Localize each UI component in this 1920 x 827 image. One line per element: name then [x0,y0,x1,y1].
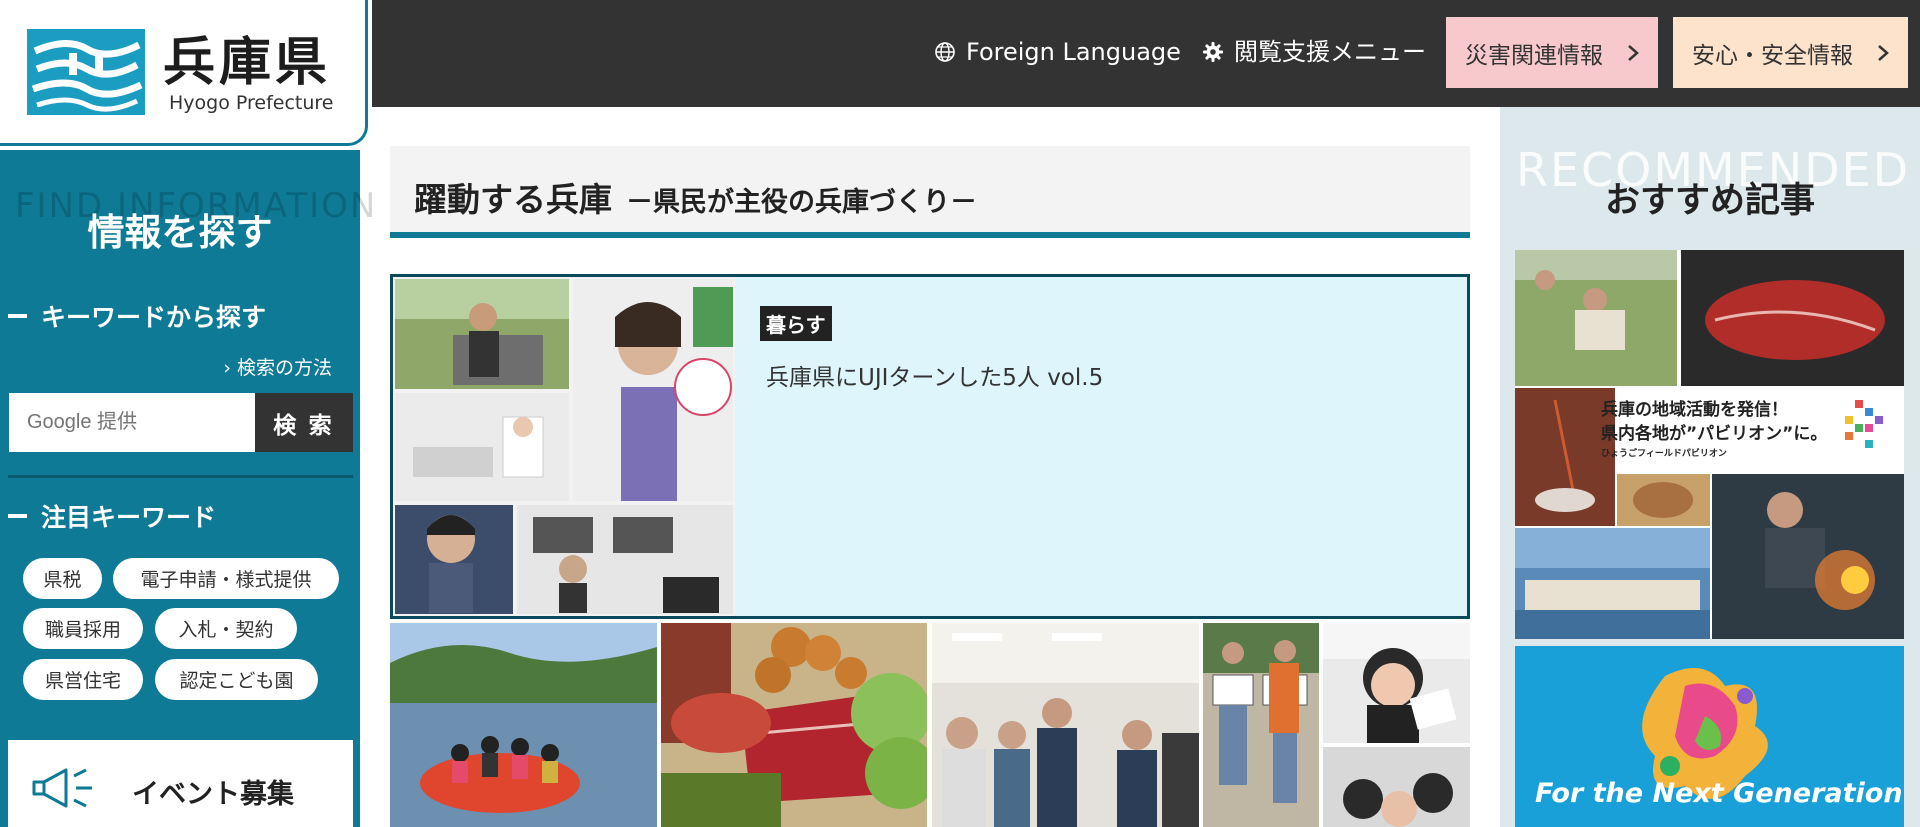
page-title: 躍動する兵庫 －県民が主役の兵庫づくり－ [414,173,977,221]
event-recruitment-card[interactable]: イベント募集 [8,740,353,827]
keyword-chip[interactable]: 入札・契約 [155,608,297,649]
logo-english-text: Hyogo Prefecture [169,92,334,114]
safety-info-label: 安心・安全情報 [1692,42,1853,69]
field-pavilion-line2: 県内各地が”パビリオン”に。 [1601,424,1828,444]
article-thumbnail[interactable] [661,623,927,827]
how-to-search-label: 検索の方法 [236,357,332,379]
keyword-chip[interactable]: 県税 [23,558,102,599]
next-generation-banner-text: For the Next Generation [1535,778,1903,809]
page-title-main: 躍動する兵庫 [414,180,612,219]
accessibility-menu-label: 閲覧支援メニュー [1234,38,1426,66]
keyword-search-section-title: キーワードから探す [8,298,266,334]
keyword-search-label: キーワードから探す [41,303,267,332]
field-pavilion-caption: ひょうごフィールドパビリオン [1601,449,1727,459]
recommended-section: RECOMMENDED おすすめ記事 [1500,107,1920,827]
accessibility-menu-link[interactable]: 閲覧支援メニュー [1202,36,1426,68]
chevron-right-icon [1628,45,1639,61]
field-pavilion-line1: 兵庫の地域活動を発信！ [1601,400,1788,420]
chevron-right-icon: › [223,357,237,379]
feature-article-image [393,277,735,616]
chevron-right-icon [1878,45,1889,61]
feature-article-card[interactable]: 暮らす 兵庫県にUJIターンした5人 vol.5 [390,274,1470,619]
megaphone-icon [32,768,92,808]
page-title-sub: －県民が主役の兵庫づくり－ [626,187,977,218]
foreign-language-link[interactable]: Foreign Language [934,36,1181,68]
category-tag: 暮らす [760,306,832,341]
article-thumbnail[interactable] [1323,623,1470,827]
article-thumbnail[interactable] [1203,623,1319,827]
main-section-header: 躍動する兵庫 －県民が主役の兵庫づくり－ [390,146,1470,238]
sidebar-divider [8,475,353,478]
globe-icon [935,42,955,62]
how-to-search-link[interactable]: › 検索の方法 [223,353,332,380]
top-bar: Foreign Language 閲覧支援メニュー 災害関連情報 安心・安全情報 [372,0,1920,107]
foreign-language-label: Foreign Language [966,38,1181,66]
find-information-heading: 情報を探す [87,211,273,254]
recommended-heading: おすすめ記事 [1604,181,1815,221]
logo-japanese-text: 兵庫県 [163,32,332,93]
search-button[interactable]: 検 索 [255,393,353,452]
article-thumbnail[interactable] [390,623,657,827]
event-recruitment-label: イベント募集 [132,779,294,810]
keyword-chip[interactable]: 認定こども園 [155,659,318,700]
rafting-photo [390,623,657,827]
keyword-chip[interactable]: 電子申請・様式提供 [113,558,339,599]
disaster-info-button[interactable]: 災害関連情報 [1446,17,1658,88]
field-pavilion-banner-text: 兵庫の地域活動を発信！ 県内各地が”パビリオン”に。 [1601,398,1827,446]
gear-icon [1203,42,1223,62]
safety-info-button[interactable]: 安心・安全情報 [1673,17,1908,88]
classroom-photo [932,623,1199,827]
dash-icon [8,314,27,318]
hyogo-emblem-icon [27,29,145,115]
dash-icon [8,514,27,518]
disaster-info-label: 災害関連情報 [1465,42,1603,69]
sidebar: FIND INFORMATION 情報を探す キーワードから探す › 検索の方法… [0,150,375,827]
feature-article-title: 兵庫県にUJIターンした5人 vol.5 [766,365,1104,391]
keyword-chip[interactable]: 職員採用 [23,608,143,649]
article-thumbnail[interactable] [932,623,1199,827]
site-logo[interactable]: 兵庫県 Hyogo Prefecture [0,0,368,146]
students-sign-photo [1203,623,1319,827]
featured-keywords-section-title: 注目キーワード [8,498,216,534]
food-photo [661,623,927,827]
search-input[interactable] [9,393,255,452]
featured-keywords-label: 注目キーワード [41,503,217,532]
child-photo [1323,623,1470,827]
keyword-chip[interactable]: 県営住宅 [23,659,143,700]
